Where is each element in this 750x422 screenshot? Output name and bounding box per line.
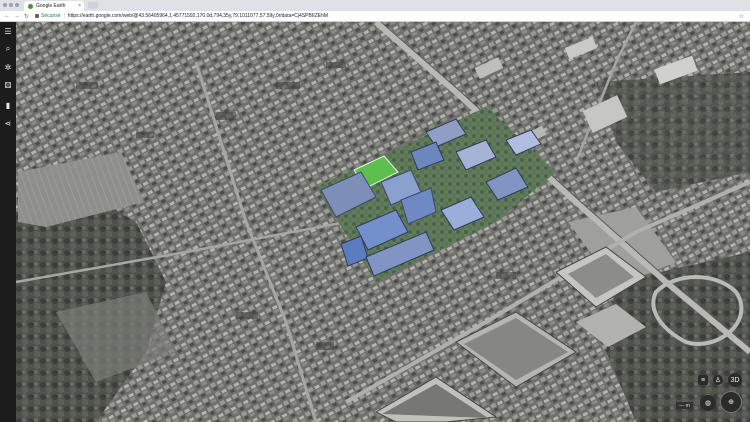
feeling-lucky-icon[interactable]: ⚄	[3, 80, 13, 90]
browser-tab[interactable]: Google Earth ×	[24, 1, 84, 11]
reload-icon[interactable]: ↻	[24, 13, 29, 20]
view-3d-label: 3D	[730, 376, 740, 384]
scale-bar[interactable]: — m	[676, 402, 693, 409]
search-icon[interactable]: ⌕	[3, 44, 13, 54]
browser-tab-bar: Google Earth ×	[0, 0, 750, 11]
tab-close-icon[interactable]: ×	[78, 3, 81, 9]
secure-label[interactable]: Sécurisé	[41, 13, 60, 19]
arrow-right-icon[interactable]: →	[14, 13, 20, 19]
aerial-imagery[interactable]	[16, 22, 750, 422]
window-controls[interactable]	[3, 3, 19, 7]
url-separator: |	[63, 13, 65, 19]
globe-icon[interactable]: ◍	[700, 395, 716, 411]
url-input[interactable]: https://earth.google.com/web/@43.5640596…	[68, 13, 328, 19]
menu-icon[interactable]: ☰	[3, 26, 13, 36]
minimize-window-icon[interactable]	[9, 3, 13, 7]
voyager-icon[interactable]: ✲	[3, 62, 13, 72]
new-tab-button[interactable]	[88, 2, 98, 9]
google-earth-favicon-icon	[28, 3, 33, 9]
map-view[interactable]	[16, 22, 750, 422]
pegman-icon[interactable]: ♙	[713, 375, 723, 385]
close-window-icon[interactable]	[3, 3, 7, 7]
earth-sidebar: ☰ ⌕ ✲ ⚄ ▮ ⋖	[0, 22, 16, 422]
compass-icon[interactable]: ⊕	[720, 391, 742, 413]
layers-icon[interactable]: ≡	[698, 375, 708, 385]
bookmark-icon[interactable]: ▮	[3, 100, 13, 110]
address-bar: ← → ↻ Sécurisé | https://earth.google.co…	[0, 11, 750, 22]
view-3d-button[interactable]: 3D	[728, 373, 742, 387]
lock-icon[interactable]	[35, 14, 40, 18]
share-icon[interactable]: ⋖	[3, 118, 13, 128]
scale-label: — m	[679, 402, 690, 409]
arrow-left-icon[interactable]: ←	[4, 13, 10, 19]
zoom-window-icon[interactable]	[15, 3, 19, 7]
bookmark-star-icon[interactable]: ☆	[739, 13, 744, 20]
tab-title: Google Earth	[36, 3, 66, 9]
